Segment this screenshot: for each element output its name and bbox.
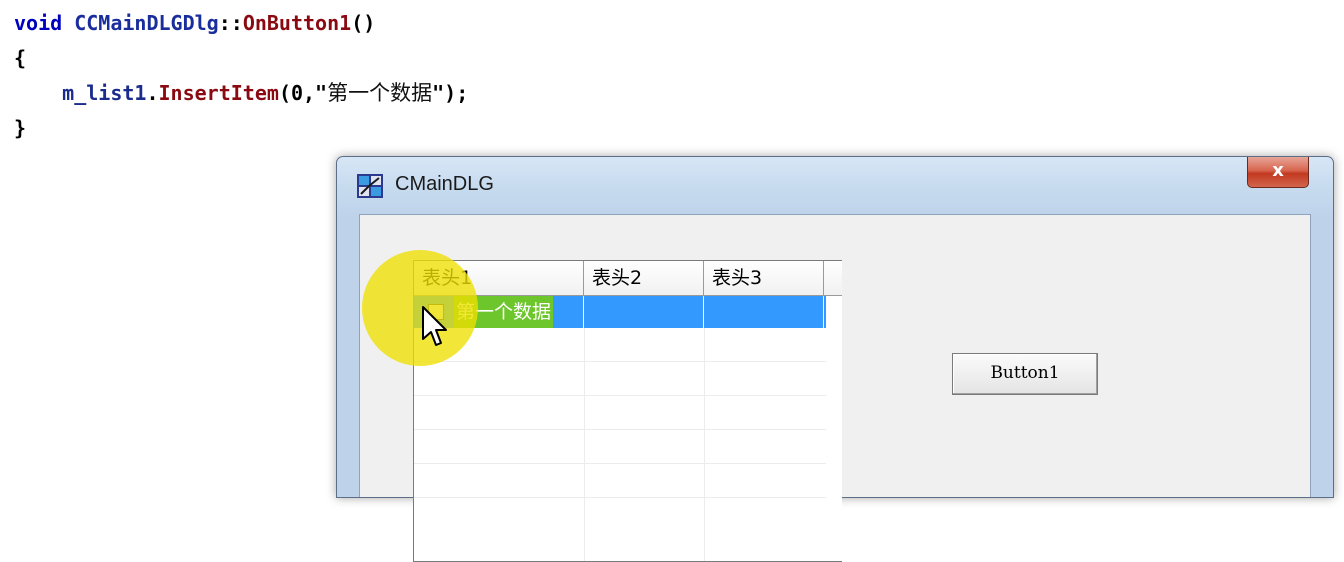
grid-line <box>414 361 826 362</box>
keyword-void: void <box>14 11 63 35</box>
close-button[interactable]: x <box>1247 157 1309 188</box>
class-name: CCMainDLGDlg <box>74 11 219 35</box>
code-editor[interactable]: void CCMainDLGDlg::OnButton1(){ m_list1.… <box>14 6 468 146</box>
code-line-2: { <box>14 46 27 70</box>
member-variable: m_list1 <box>62 81 147 105</box>
column-header-2[interactable]: 表头2 <box>584 261 704 295</box>
grid-line <box>414 463 826 464</box>
row-cell-2 <box>584 296 704 328</box>
grid-line <box>414 497 826 498</box>
row-cell-3 <box>704 296 824 328</box>
close-icon: x <box>1272 160 1284 181</box>
cursor-icon <box>422 306 447 346</box>
code-line-4: } <box>14 116 27 140</box>
paren-tail: () <box>351 11 376 35</box>
function-name: OnButton1 <box>242 11 352 35</box>
grid-line <box>584 328 585 561</box>
button1[interactable]: Button1 <box>952 353 1098 395</box>
window-title: CMainDLG <box>395 173 494 195</box>
args-suffix: "); <box>432 81 469 105</box>
grid-line <box>414 429 826 430</box>
string-literal: 第一个数据 <box>327 81 433 105</box>
dialog-client-area: 表头1 表头2 表头3 第一个数据 Button1 <box>359 214 1311 562</box>
grid-line <box>414 395 826 396</box>
column-header-3[interactable]: 表头3 <box>704 261 824 295</box>
dot-operator: . <box>146 81 159 105</box>
args-prefix: (0," <box>278 81 328 105</box>
grid-line <box>704 328 705 561</box>
list-header: 表头1 表头2 表头3 <box>414 261 842 296</box>
code-line-1: void CCMainDLGDlg::OnButton1() <box>14 6 468 41</box>
app-icon <box>357 174 383 198</box>
code-line-3: m_list1.InsertItem(0,"第一个数据"); <box>14 76 468 111</box>
click-highlight <box>362 250 478 366</box>
title-bar[interactable]: CMainDLG x <box>337 157 1333 213</box>
scope-operator: :: <box>218 11 243 35</box>
method-call: InsertItem <box>158 81 279 105</box>
dialog-window: CMainDLG x 表头1 表头2 表头3 第一个数据 <box>336 156 1334 562</box>
